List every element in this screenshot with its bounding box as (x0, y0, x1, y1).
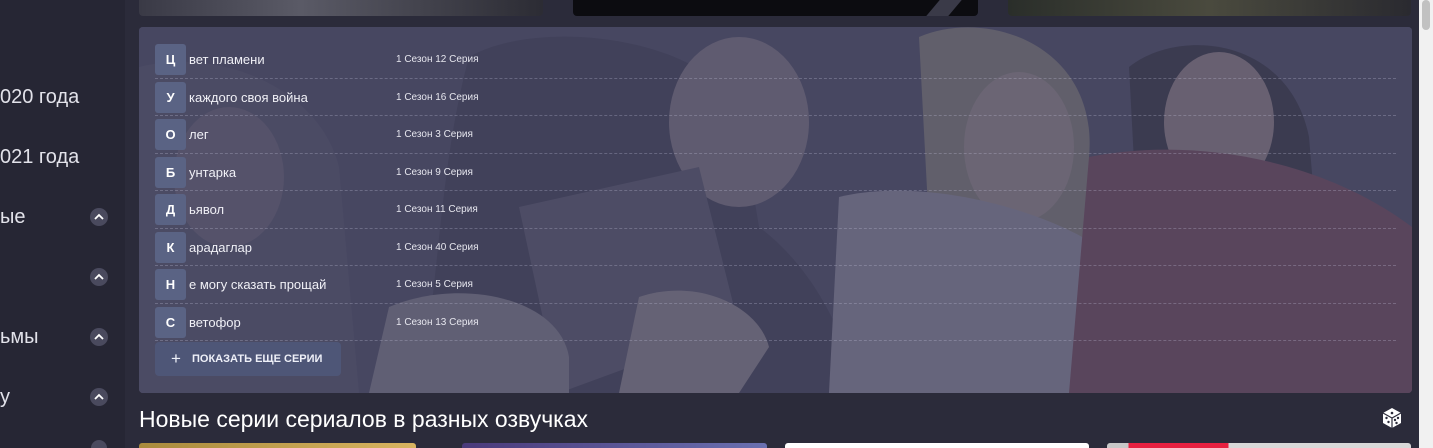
list-item[interactable]: Ц вет пламени 1 Сезон 12 Серия (155, 41, 1396, 79)
chevron-up-icon[interactable] (90, 268, 108, 286)
list-item[interactable]: К арадаглар 1 Сезон 40 Серия (155, 229, 1396, 266)
sidebar: 020 года 021 года ые ьмы у (0, 0, 125, 448)
chevron-up-icon[interactable] (91, 440, 107, 448)
episode-info: 1 Сезон 3 Серия (396, 129, 473, 140)
sidebar-item-4[interactable] (0, 262, 125, 292)
scrollbar-thumb[interactable] (1422, 0, 1430, 30)
episode-info: 1 Сезон 5 Серия (396, 279, 473, 290)
chevron-up-icon[interactable] (90, 208, 108, 226)
series-title-link[interactable]: вет пламени (189, 41, 265, 78)
letter-badge: К (155, 231, 186, 263)
list-item[interactable]: Н е могу сказать прощай 1 Сезон 5 Серия (155, 266, 1396, 304)
letter-badge: О (155, 119, 186, 150)
episode-list: Ц вет пламени 1 Сезон 12 Серия У каждого… (155, 41, 1396, 341)
letter-badge: Ц (155, 44, 186, 75)
list-item[interactable]: О лег 1 Сезон 3 Серия (155, 116, 1396, 154)
plus-icon: + (171, 349, 181, 368)
series-title-link[interactable]: е могу сказать прощай (189, 266, 326, 303)
sidebar-item-3[interactable]: ые (0, 202, 125, 232)
dice-icon[interactable] (1380, 406, 1404, 430)
bottom-card-image[interactable] (462, 443, 767, 448)
episodes-panel: Ц вет пламени 1 Сезон 12 Серия У каждого… (139, 27, 1412, 393)
list-item[interactable]: У каждого своя война 1 Сезон 16 Серия (155, 79, 1396, 116)
series-title-link[interactable]: лег (189, 116, 209, 153)
list-item[interactable]: Д ьявол 1 Сезон 11 Серия (155, 191, 1396, 229)
sidebar-item-2020[interactable]: 020 года (0, 82, 125, 112)
bottom-card-image[interactable] (1107, 443, 1411, 448)
episode-info: 1 Сезон 11 Серия (396, 204, 478, 215)
show-more-episodes-button[interactable]: + ПОКАЗАТЬ ЕЩЕ СЕРИИ (155, 342, 341, 376)
sidebar-item-5[interactable]: ьмы (0, 322, 125, 352)
sidebar-item-label: 021 года (0, 146, 80, 168)
letter-badge: У (155, 81, 186, 113)
episode-info: 1 Сезон 12 Серия (396, 54, 479, 65)
series-title-link[interactable]: арадаглар (189, 229, 252, 266)
section-title: Новые серии сериалов в разных озвучках (139, 406, 589, 432)
episode-info: 1 Сезон 40 Серия (396, 241, 479, 253)
episode-info: 1 Сезон 9 Серия (396, 166, 473, 178)
sidebar-item-2021[interactable]: 021 года (0, 142, 125, 172)
show-more-label: ПОКАЗАТЬ ЕЩЕ СЕРИИ (192, 353, 323, 365)
series-title-link[interactable]: ьявол (189, 191, 224, 228)
chevron-up-icon[interactable] (90, 388, 108, 406)
sidebar-item-label: ые (0, 206, 26, 228)
sidebar-item-6[interactable]: у (0, 382, 125, 412)
episode-info: 1 Сезон 16 Серия (396, 91, 479, 103)
series-title-link[interactable]: каждого своя война (189, 79, 308, 116)
letter-badge: С (155, 306, 186, 338)
list-item[interactable]: Б унтарка 1 Сезон 9 Серия (155, 154, 1396, 191)
sidebar-item-label: ьмы (0, 326, 39, 348)
series-title-link[interactable]: унтарка (189, 154, 236, 191)
bottom-card-image[interactable] (785, 443, 1089, 448)
top-card-image[interactable] (139, 0, 543, 16)
letter-badge: Н (155, 269, 186, 300)
episode-info: 1 Сезон 13 Серия (396, 316, 479, 328)
sidebar-item-label: 020 года (0, 86, 80, 108)
list-item[interactable]: С ветофор 1 Сезон 13 Серия (155, 304, 1396, 341)
bottom-card-image[interactable] (139, 443, 416, 448)
letter-badge: Д (155, 194, 186, 225)
top-card-image[interactable] (573, 0, 978, 16)
series-title-link[interactable]: ветофор (189, 304, 241, 341)
chevron-up-icon[interactable] (90, 328, 108, 346)
scrollbar[interactable] (1419, 0, 1433, 448)
letter-badge: Б (155, 156, 186, 188)
sidebar-item-label: у (0, 386, 10, 408)
page: 020 года 021 года ые ьмы у Ц вет пламени… (0, 0, 1433, 448)
top-card-image[interactable] (1008, 0, 1411, 16)
